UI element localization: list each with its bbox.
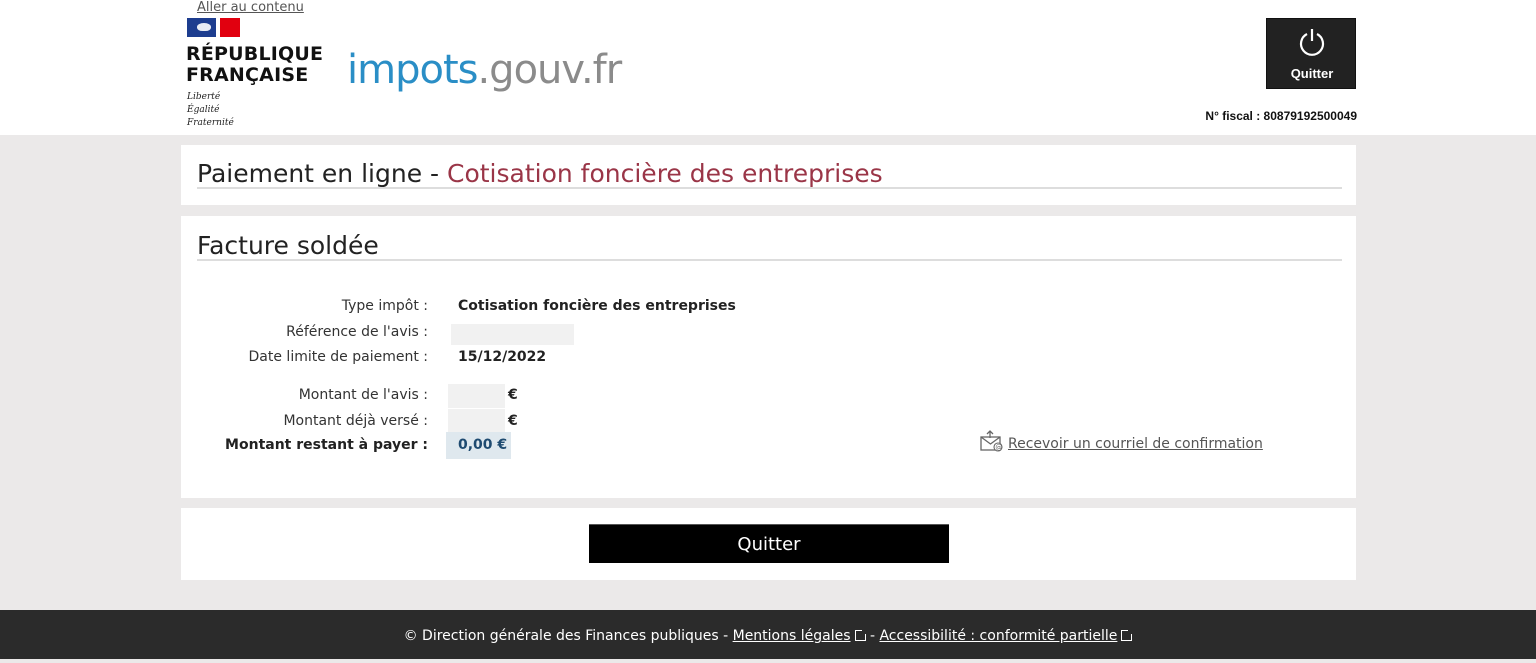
site-footer: © Direction générale des Finances publiq… [0, 610, 1536, 659]
invoice-heading: Facture soldée [197, 231, 379, 260]
montant-verse-value [448, 409, 505, 433]
site-header: Aller au contenu RÉPUBLIQUE FRANÇAISE Li… [0, 0, 1536, 135]
republic-motto: Liberté Égalité Fraternité [187, 91, 234, 130]
fiscal-number: N° fiscal : 80879192500049 [1205, 109, 1357, 123]
french-flag-icon [187, 18, 240, 37]
envelope-icon: @ [980, 430, 1003, 452]
title-panel: Paiement en ligne - Cotisation foncière … [181, 145, 1356, 205]
reference-avis-label: Référence de l'avis : [286, 324, 428, 340]
page-title-prefix: Paiement en ligne - [197, 159, 447, 188]
date-limite-label: Date limite de paiement : [248, 349, 428, 365]
header-quit-button[interactable]: Quitter [1266, 18, 1356, 89]
republique-line: RÉPUBLIQUE [186, 43, 324, 65]
page-title-tax: Cotisation foncière des entreprises [447, 159, 883, 188]
email-confirmation-link[interactable]: @ Recevoir un courriel de confirmation [980, 430, 1263, 452]
mentions-legales-label: Mentions légales [732, 628, 851, 644]
accessibilite-label: Accessibilité : conformité partielle [879, 628, 1118, 644]
montant-restant-value: 0,00 € [458, 437, 508, 453]
quit-button[interactable]: Quitter [589, 524, 949, 563]
actions-panel: Quitter [181, 508, 1356, 580]
impots-gouv-logo[interactable]: impots.gouv.fr [347, 45, 622, 95]
motto-liberte: Liberté [187, 92, 221, 102]
francaise-line: FRANÇAISE [186, 64, 309, 86]
date-limite-value: 15/12/2022 [458, 349, 547, 365]
title-divider [197, 187, 1342, 189]
logo-impots: impots [347, 47, 478, 93]
power-icon [1299, 29, 1325, 56]
skip-to-content-link[interactable]: Aller au contenu [197, 0, 304, 15]
header-quit-label: Quitter [1290, 66, 1334, 81]
page-title: Paiement en ligne - Cotisation foncière … [197, 159, 883, 188]
email-confirmation-label: Recevoir un courriel de confirmation [1008, 436, 1263, 452]
external-link-icon [1121, 629, 1134, 641]
montant-avis-value [448, 384, 505, 408]
motto-egalite: Égalité [187, 105, 220, 115]
footer-separator: - [865, 628, 880, 644]
montant-verse-label: Montant déjà versé : [283, 413, 428, 429]
motto-fraternite: Fraternité [187, 118, 234, 128]
external-link-icon [854, 629, 867, 641]
republique-francaise-logo: RÉPUBLIQUE FRANÇAISE [186, 44, 323, 86]
svg-text:@: @ [995, 444, 1002, 452]
montant-verse-currency: € [508, 413, 518, 429]
logo-gouv-fr: .gouv.fr [477, 47, 622, 93]
mentions-legales-link[interactable]: Mentions légales [733, 628, 851, 644]
footer-copyright: © Direction générale des Finances publiq… [403, 628, 733, 644]
montant-avis-currency: € [508, 387, 518, 403]
montant-restant-label: Montant restant à payer : [225, 437, 428, 453]
type-impot-label: Type impôt : [341, 298, 428, 314]
invoice-divider [197, 259, 1342, 261]
invoice-panel: Facture soldée Type impôt : Cotisation f… [181, 216, 1356, 498]
reference-avis-value [451, 324, 574, 345]
accessibilite-link[interactable]: Accessibilité : conformité partielle [879, 628, 1117, 644]
type-impot-value: Cotisation foncière des entreprises [458, 298, 736, 314]
montant-avis-label: Montant de l'avis : [298, 387, 428, 403]
